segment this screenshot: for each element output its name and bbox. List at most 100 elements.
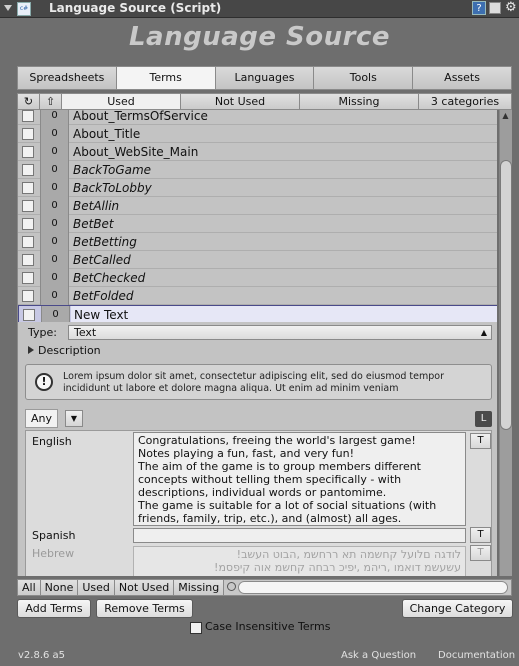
term-name[interactable]: About_Title xyxy=(73,125,140,143)
translation-line: עשעשמ דואמו ,ריהמ ,יפיכ רבחה קחשמ אוה קי… xyxy=(214,561,461,574)
translation-field-spanish[interactable] xyxy=(133,528,466,543)
foldout-arrow-icon[interactable] xyxy=(4,5,12,11)
category-dropdown[interactable]: 3 categories xyxy=(419,94,511,109)
term-checkbox[interactable] xyxy=(23,309,35,321)
term-usage-count: 0 xyxy=(40,215,69,233)
term-usage-count: 0 xyxy=(40,287,69,305)
tab-languages[interactable]: Languages xyxy=(215,67,315,89)
help-text: Lorem ipsum dolor sit amet, consectetur … xyxy=(63,371,445,394)
select-missing-button[interactable]: Missing xyxy=(174,580,225,595)
term-row[interactable]: 0 BetCalled xyxy=(18,251,497,269)
term-row[interactable]: 0 About_Title xyxy=(18,125,497,143)
term-row[interactable]: 0 New Text xyxy=(18,305,497,322)
main-tabs: Spreadsheets Terms Languages Tools Asset… xyxy=(17,66,512,90)
term-name[interactable]: About_WebSite_Main xyxy=(73,143,198,161)
description-foldout[interactable]: Description xyxy=(28,344,101,357)
translate-button-english[interactable]: T xyxy=(470,433,491,449)
term-row[interactable]: 0 BetBet xyxy=(18,215,497,233)
term-name[interactable]: BetAllin xyxy=(73,197,119,215)
add-terms-button[interactable]: Add Terms xyxy=(17,599,91,618)
gear-icon[interactable]: ⚙ xyxy=(505,0,517,15)
search-icon xyxy=(227,582,237,591)
term-name[interactable]: BetBet xyxy=(73,215,114,233)
ask-question-link[interactable]: Ask a Question xyxy=(341,650,416,661)
term-row[interactable]: 0 BetAllin xyxy=(18,197,497,215)
remove-terms-button[interactable]: Remove Terms xyxy=(96,599,193,618)
term-filter-bar: ↻ ⇧ Used Not Used Missing 3 categories xyxy=(17,93,512,110)
term-row[interactable]: 0 BetBetting xyxy=(18,233,497,251)
tab-tools[interactable]: Tools xyxy=(314,67,414,89)
translation-field-hebrew[interactable]: לודגה םלועל קחשמה תא ררחשמ ,הבוט העשב! עש… xyxy=(133,546,466,576)
translate-button-spanish[interactable]: T xyxy=(470,527,491,543)
translation-line: The aim of the game is to group members … xyxy=(138,460,421,473)
sort-icon[interactable]: ⇧ xyxy=(40,94,62,109)
refresh-icon[interactable]: ↻ xyxy=(18,94,40,109)
component-header: c# Language Source (Script) ? ⚙ xyxy=(0,0,519,18)
term-name[interactable]: BetChecked xyxy=(73,269,145,287)
chevron-down-icon[interactable]: ▼ xyxy=(65,410,83,427)
language-name-spanish: Spanish xyxy=(32,529,76,542)
term-checkbox[interactable] xyxy=(22,164,34,176)
help-icon[interactable]: ? xyxy=(472,1,486,15)
term-checkbox[interactable] xyxy=(22,254,34,266)
term-row[interactable]: 0 About_WebSite_Main xyxy=(18,143,497,161)
term-name[interactable]: BackToGame xyxy=(73,161,151,179)
script-icon: c# xyxy=(17,2,31,16)
filter-used[interactable]: Used xyxy=(62,94,181,109)
term-row[interactable]: 0 BetChecked xyxy=(18,269,497,287)
tab-terms[interactable]: Terms xyxy=(116,67,216,89)
term-usage-count: 0 xyxy=(41,306,70,322)
term-checkbox[interactable] xyxy=(22,200,34,212)
term-usage-count: 0 xyxy=(40,269,69,287)
term-row[interactable]: 0 BetFolded xyxy=(18,287,497,305)
term-usage-count: 0 xyxy=(40,251,69,269)
term-checkbox[interactable] xyxy=(22,236,34,248)
documentation-link[interactable]: Documentation xyxy=(438,650,515,661)
term-row[interactable]: 0 BackToLobby xyxy=(18,179,497,197)
term-checkbox[interactable] xyxy=(22,218,34,230)
term-name[interactable]: New Text xyxy=(71,306,497,322)
term-usage-count: 0 xyxy=(40,110,69,125)
term-checkbox[interactable] xyxy=(22,146,34,158)
term-checkbox[interactable] xyxy=(22,182,34,194)
l-button[interactable]: L xyxy=(475,411,492,427)
term-usage-count: 0 xyxy=(40,179,69,197)
term-row[interactable]: 0 About_TermsOfService xyxy=(18,110,497,125)
translation-line: friends, family, trip, etc.), and (almos… xyxy=(138,512,402,525)
translation-line: concepts without telling them specifical… xyxy=(138,473,402,486)
filter-not-used[interactable]: Not Used xyxy=(181,94,300,109)
filter-missing[interactable]: Missing xyxy=(300,94,419,109)
scrollbar-thumb[interactable] xyxy=(500,160,512,430)
term-checkbox[interactable] xyxy=(22,128,34,140)
term-name[interactable]: BetFolded xyxy=(73,287,134,305)
change-category-button[interactable]: Change Category xyxy=(402,599,513,618)
translation-field-english[interactable]: Congratulations, freeing the world's lar… xyxy=(133,432,466,526)
term-checkbox[interactable] xyxy=(22,110,34,122)
type-select[interactable]: Text ▲ xyxy=(68,325,492,340)
term-name[interactable]: About_TermsOfService xyxy=(73,110,208,125)
term-checkbox[interactable] xyxy=(22,272,34,284)
select-all-button[interactable]: All xyxy=(18,580,41,595)
search-input[interactable] xyxy=(238,581,508,594)
preset-icon[interactable] xyxy=(489,2,501,14)
scroll-up-icon[interactable]: ▲ xyxy=(499,110,512,122)
version-label: v2.8.6 a5 xyxy=(18,650,66,661)
select-arrows-icon: ▲ xyxy=(480,328,487,337)
term-checkbox[interactable] xyxy=(22,290,34,302)
tab-spreadsheets[interactable]: Spreadsheets xyxy=(18,67,117,89)
case-insensitive-checkbox[interactable] xyxy=(190,622,202,634)
select-none-button[interactable]: None xyxy=(40,580,79,595)
tab-assets[interactable]: Assets xyxy=(413,67,511,89)
inspector-title: Language Source xyxy=(128,22,391,52)
select-used-button[interactable]: Used xyxy=(78,580,115,595)
translation-line: Congratulations, freeing the world's lar… xyxy=(138,434,416,447)
component-title: Language Source (Script) xyxy=(49,1,222,15)
translate-button-hebrew[interactable]: T xyxy=(470,545,491,561)
language-toolbar: Any ▼ L xyxy=(18,406,497,430)
any-button[interactable]: Any xyxy=(25,409,58,428)
term-name[interactable]: BetCalled xyxy=(73,251,131,269)
term-name[interactable]: BackToLobby xyxy=(73,179,152,197)
select-not-used-button[interactable]: Not Used xyxy=(114,580,175,595)
term-row[interactable]: 0 BackToGame xyxy=(18,161,497,179)
term-name[interactable]: BetBetting xyxy=(73,233,137,251)
